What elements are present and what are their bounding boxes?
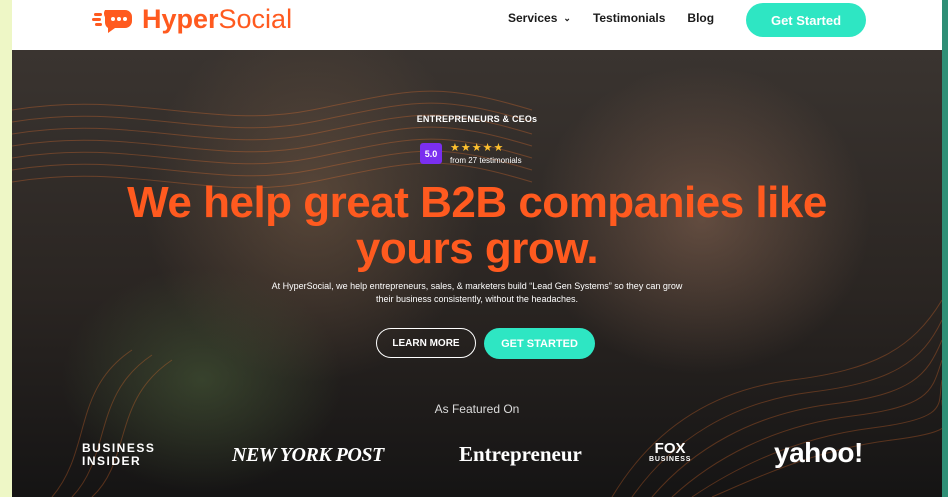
- nav-item-services[interactable]: Services ⌄: [508, 11, 571, 25]
- hero-section: ENTREPRENEURS & CEOs 5.0 ★★★★★ from 27 t…: [12, 50, 942, 497]
- nav-item-label: Testimonials: [592, 11, 666, 25]
- business-insider-logo-line-2: INSIDER: [82, 454, 142, 468]
- brand-wordmark: HyperSocial: [142, 4, 292, 34]
- new-york-post-logo: NEW YORK POST: [232, 444, 384, 466]
- brand-name-bold: Hyper: [142, 4, 219, 34]
- nav-item-label: Services: [508, 11, 558, 25]
- hero-content: ENTREPRENEURS & CEOs 5.0 ★★★★★ from 27 t…: [12, 50, 942, 497]
- nav-item-blog[interactable]: Blog: [687, 11, 714, 25]
- right-frame-strip: [942, 0, 948, 497]
- get-started-button[interactable]: Get Started: [746, 3, 866, 37]
- business-insider-logo: BUSINESS INSIDER: [82, 442, 155, 468]
- fox-business-logo-business: BUSINESS: [649, 456, 692, 463]
- rating-widget: 5.0 ★★★★★ from 27 testimonials: [420, 143, 522, 165]
- featured-on-title: As Featured On: [434, 402, 520, 416]
- rating-details: ★★★★★ from 27 testimonials: [450, 142, 522, 166]
- learn-more-button[interactable]: LEARN MORE: [376, 328, 476, 358]
- star-rating-icon: ★★★★★: [450, 142, 505, 154]
- hero-headline-line-1: We help great B2B companies like: [127, 178, 827, 227]
- rating-score-badge: 5.0: [420, 143, 442, 164]
- chat-bubble-logo-icon: [92, 4, 134, 34]
- yahoo-logo: yahoo!: [774, 437, 863, 468]
- hero-headline: We help great B2B companies like yours g…: [12, 180, 942, 272]
- fox-business-logo: FOX BUSINESS: [649, 440, 692, 464]
- site-header: HyperSocial Services ⌄ Testimonials Blog…: [12, 0, 942, 50]
- entrepreneur-logo: Entrepreneur: [459, 442, 582, 466]
- hero-get-started-button[interactable]: GET STARTED: [484, 328, 595, 359]
- hero-headline-line-2: yours grow.: [355, 224, 599, 273]
- testimonial-count: from 27 testimonials: [450, 156, 522, 165]
- hero-subtext: At HyperSocial, we help entrepreneurs, s…: [271, 281, 683, 304]
- fox-business-logo-fox: FOX: [654, 440, 686, 457]
- nav-item-label: Blog: [687, 11, 715, 25]
- nav-item-testimonials[interactable]: Testimonials: [593, 11, 665, 25]
- brand-logo[interactable]: HyperSocial: [92, 4, 292, 34]
- chevron-down-icon: ⌄: [563, 12, 571, 23]
- main-nav: Services ⌄ Testimonials Blog: [508, 11, 736, 25]
- left-frame-strip: [0, 0, 12, 497]
- brand-name-light: Social: [218, 4, 293, 34]
- hero-eyebrow: ENTREPRENEURS & CEOs: [416, 114, 538, 124]
